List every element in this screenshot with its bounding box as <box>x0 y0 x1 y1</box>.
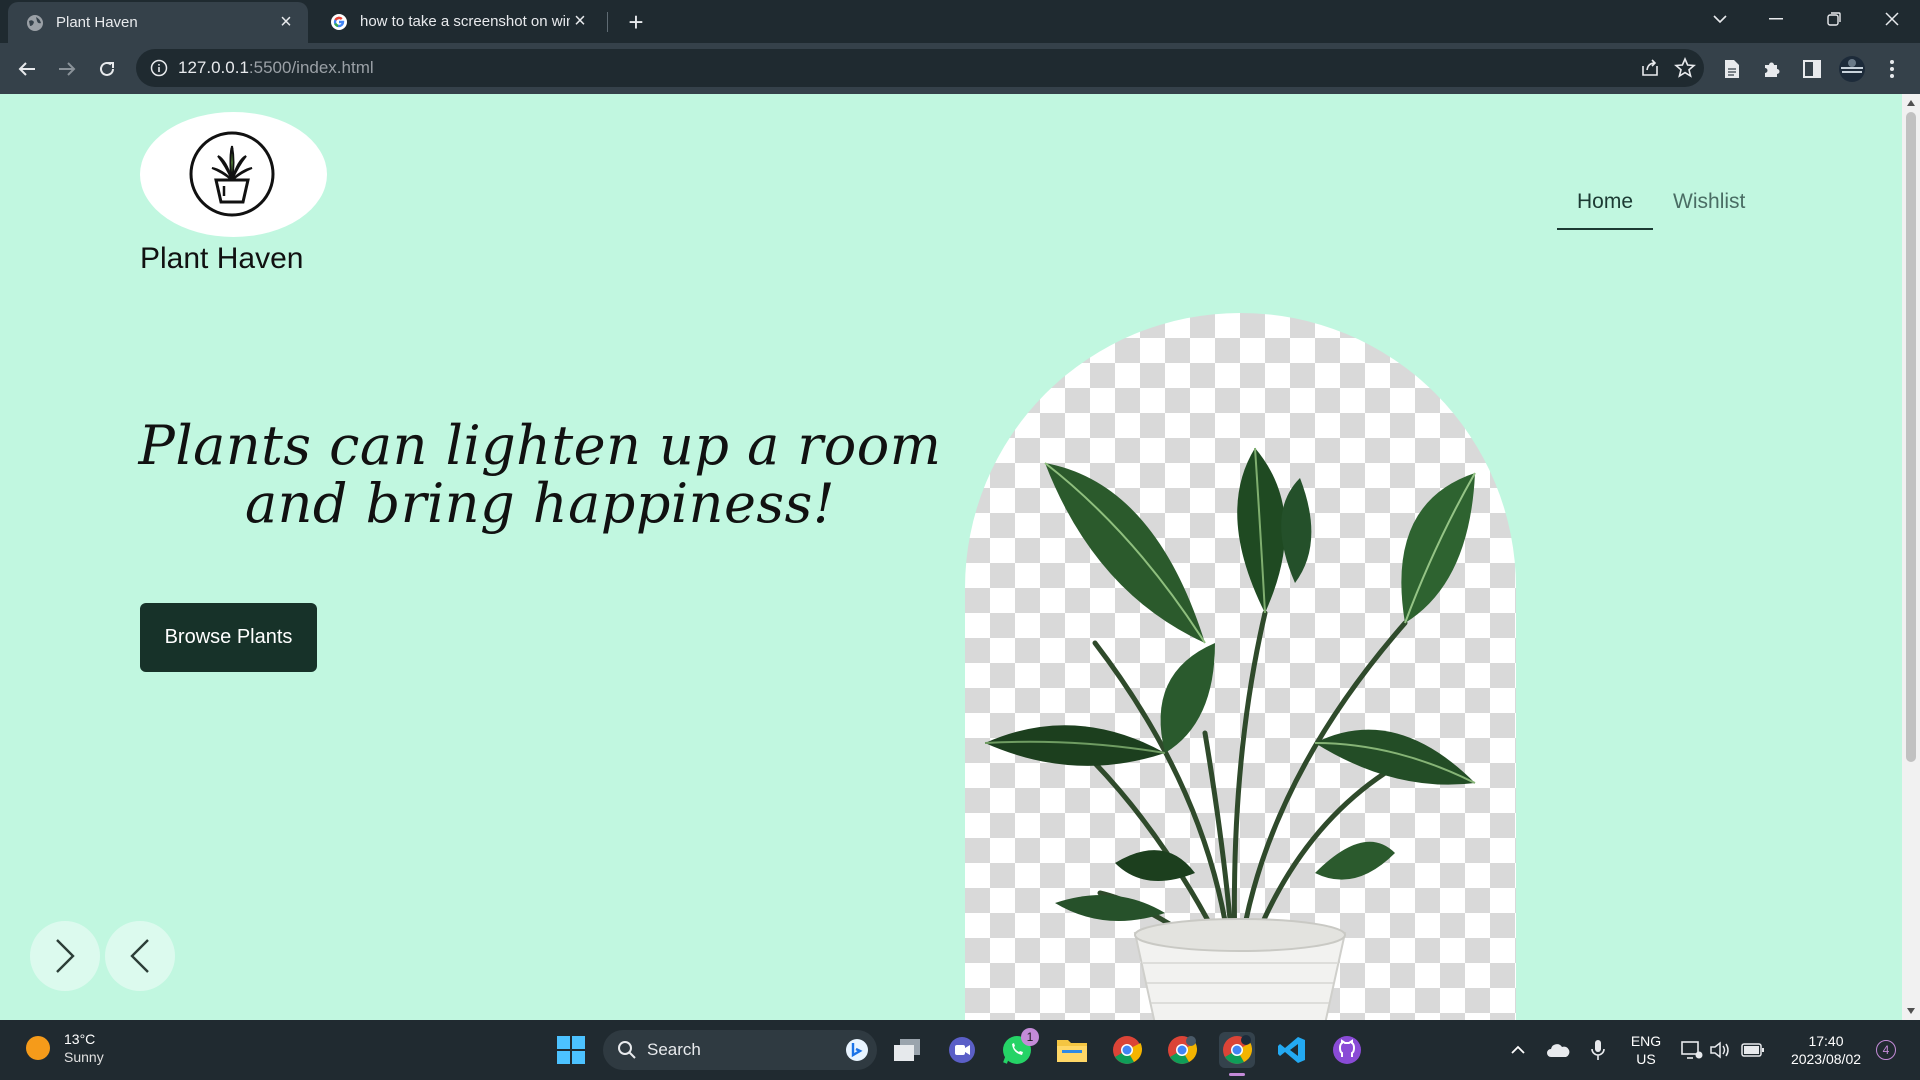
hero-line-1: Plants can lighten up a room <box>138 414 942 477</box>
teams-chat-icon[interactable] <box>944 1032 980 1068</box>
page-viewport: Plant Haven Home Wishlist Plants can lig… <box>0 94 1920 1020</box>
carousel-prev-button[interactable] <box>105 921 175 991</box>
potted-plant-illustration <box>984 447 1476 1020</box>
notification-badge[interactable]: 4 <box>1876 1040 1896 1060</box>
tab-plant-haven[interactable]: Plant Haven × <box>8 2 308 43</box>
logo[interactable] <box>140 112 327 237</box>
side-panel-icon[interactable] <box>1796 53 1828 85</box>
close-tab-icon[interactable]: × <box>276 11 296 33</box>
browser-toolbar: 127.0.0.1:5500/index.html <box>0 43 1920 94</box>
minimize-icon[interactable] <box>1748 0 1804 38</box>
github-desktop-icon[interactable] <box>1329 1032 1365 1068</box>
volume-icon[interactable] <box>1702 1032 1738 1068</box>
tab-separator <box>607 12 608 32</box>
vertical-scrollbar[interactable] <box>1902 94 1920 1020</box>
onedrive-icon[interactable] <box>1540 1032 1576 1068</box>
carousel-next-button[interactable] <box>30 921 100 991</box>
file-explorer-icon[interactable] <box>1054 1032 1090 1068</box>
nav-link-wishlist[interactable]: Wishlist <box>1653 190 1765 230</box>
battery-icon[interactable] <box>1735 1032 1771 1068</box>
close-tab-icon[interactable]: × <box>570 10 590 32</box>
url-host: 127.0.0.1 <box>178 58 249 77</box>
active-indicator <box>1229 1073 1245 1076</box>
extensions-puzzle-icon[interactable] <box>1756 53 1788 85</box>
reading-list-icon[interactable] <box>1716 53 1748 85</box>
tab-search-icon[interactable] <box>1692 0 1748 38</box>
back-arrow-icon[interactable] <box>11 53 43 85</box>
windows-taskbar: 13°C Sunny Search 1 ENG US 17:40 2023/08… <box>0 1020 1920 1080</box>
chevron-right-icon <box>56 939 75 973</box>
browser-tab-strip: Plant Haven × how to take a screenshot o… <box>0 0 1920 43</box>
tab-title: Plant Haven <box>56 14 138 31</box>
url-path: :5500/index.html <box>248 58 374 77</box>
new-tab-icon[interactable]: + <box>622 7 650 37</box>
site-info-icon[interactable] <box>150 59 168 77</box>
reload-icon[interactable] <box>91 53 123 85</box>
close-window-icon[interactable] <box>1864 0 1920 38</box>
hero-headline: Plants can lighten up a room and bring h… <box>120 417 960 533</box>
chevron-up-icon[interactable] <box>1500 1032 1536 1068</box>
clock[interactable]: 17:40 2023/08/02 <box>1776 1032 1876 1068</box>
main-nav: Home Wishlist <box>1557 190 1765 230</box>
language-indicator[interactable]: ENG US <box>1628 1032 1664 1068</box>
search-icon <box>618 1041 636 1059</box>
chrome-profile-icon[interactable] <box>1164 1032 1200 1068</box>
whatsapp-icon[interactable]: 1 <box>999 1028 1039 1068</box>
whatsapp-badge: 1 <box>1021 1028 1039 1046</box>
hero-line-2: and bring happiness! <box>244 472 836 535</box>
lang-bottom: US <box>1636 1051 1656 1067</box>
sun-icon <box>26 1036 50 1060</box>
weather-widget[interactable]: 13°C Sunny <box>26 1030 104 1066</box>
brand-name[interactable]: Plant Haven <box>140 242 303 276</box>
windows-start-icon[interactable] <box>553 1032 589 1068</box>
chrome-icon[interactable] <box>1109 1032 1145 1068</box>
microphone-icon[interactable] <box>1580 1032 1616 1068</box>
scroll-down-arrow-icon[interactable] <box>1907 1008 1915 1014</box>
clock-date: 2023/08/02 <box>1790 1051 1862 1067</box>
profile-avatar[interactable] <box>1836 53 1868 85</box>
weather-condition: Sunny <box>64 1049 104 1065</box>
potted-plant-logo-icon <box>189 131 275 217</box>
vscode-icon[interactable] <box>1274 1032 1310 1068</box>
clock-time: 17:40 <box>1808 1033 1844 1049</box>
restore-icon[interactable] <box>1806 0 1862 38</box>
url-text: 127.0.0.1:5500/index.html <box>178 58 374 78</box>
forward-arrow-icon[interactable] <box>51 53 83 85</box>
tab-google-search[interactable]: how to take a screenshot on windows × <box>312 0 602 43</box>
address-bar[interactable]: 127.0.0.1:5500/index.html <box>136 49 1704 87</box>
chrome-active-icon[interactable] <box>1219 1032 1255 1076</box>
bookmark-star-icon[interactable] <box>1674 56 1696 84</box>
scroll-up-arrow-icon[interactable] <box>1907 100 1915 106</box>
weather-temp: 13°C <box>64 1031 96 1047</box>
more-menu-icon[interactable] <box>1876 53 1908 85</box>
task-view-icon[interactable] <box>889 1032 925 1068</box>
nav-link-home[interactable]: Home <box>1557 190 1654 230</box>
hero-plant-image <box>965 313 1516 1020</box>
chevron-left-icon <box>130 939 149 973</box>
share-icon[interactable] <box>1640 58 1660 83</box>
bing-icon[interactable] <box>845 1038 869 1062</box>
globe-icon <box>27 14 43 31</box>
browse-plants-button[interactable]: Browse Plants <box>140 603 317 672</box>
taskbar-search[interactable]: Search <box>603 1030 877 1070</box>
lang-top: ENG <box>1630 1033 1662 1049</box>
tab-title: how to take a screenshot on windows <box>360 13 570 30</box>
google-icon <box>331 13 347 30</box>
scroll-thumb[interactable] <box>1906 112 1916 762</box>
search-label: Search <box>647 1040 701 1059</box>
